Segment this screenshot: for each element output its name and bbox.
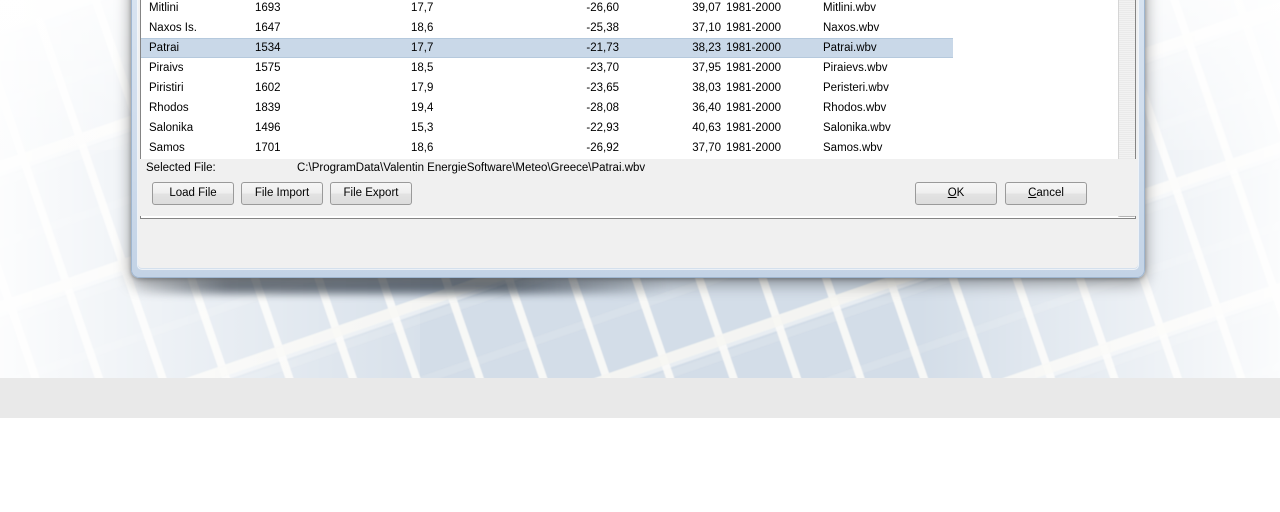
table-row[interactable]: Piraivs 1575 18,5 -23,70 37,95 1981-2000 Pirai… <box>141 58 1118 78</box>
background-white-band <box>0 418 1280 512</box>
cell-location: Rhodos <box>149 102 189 114</box>
cell-location: Piraivs <box>149 62 184 74</box>
cell-period: 1981-2000 <box>726 102 781 114</box>
cell-altitude: 1575 <box>255 62 281 74</box>
cell-longitude: -28,08 <box>586 102 619 114</box>
selected-file-path: C:\ProgramData\Valentin EnergieSoftware\… <box>297 162 646 174</box>
cell-longitude: -21,73 <box>586 42 619 54</box>
dialog-client-area: Limnos Is.171315,8-25,2339,921981-2000Li… <box>138 0 1138 268</box>
ok-button[interactable]: OK <box>915 182 997 205</box>
load-file-button[interactable]: Load File <box>152 182 234 205</box>
cell-longitude: -22,93 <box>586 122 619 134</box>
file-import-button[interactable]: File Import <box>241 182 323 205</box>
selected-file-label: Selected File: <box>146 162 216 174</box>
cell-latitude: 38,23 <box>692 42 721 54</box>
cell-latitude: 39,07 <box>692 2 721 14</box>
table-row[interactable]: Piristiri 1602 17,9 -23,65 38,03 1981-2000 Per… <box>141 78 1118 98</box>
cell-temperature: 15,3 <box>411 122 434 134</box>
cell-period: 1981-2000 <box>726 42 781 54</box>
table-row[interactable]: Naxos Is. 1647 18,6 -25,38 37,10 1981-2000 Nax… <box>141 18 1118 38</box>
cell-latitude: 40,63 <box>692 122 721 134</box>
cancel-label-rest: ancel <box>1036 187 1064 199</box>
cell-latitude: 38,03 <box>692 82 721 94</box>
cell-longitude: -23,70 <box>586 62 619 74</box>
file-export-button[interactable]: File Export <box>330 182 412 205</box>
cell-filename: Naxos.wbv <box>823 22 880 34</box>
cell-period: 1981-2000 <box>726 142 781 154</box>
dialog-button-bar: Load File File Import File Export OK Can… <box>140 178 1136 216</box>
cell-altitude: 1693 <box>255 2 281 14</box>
ok-accelerator: O <box>947 187 957 199</box>
cell-filename: Mitlini.wbv <box>823 2 877 14</box>
cell-location: Mitlini <box>149 2 179 14</box>
cell-altitude: 1496 <box>255 122 281 134</box>
cell-location: Salonika <box>149 122 194 134</box>
cell-period: 1981-2000 <box>726 2 781 14</box>
cell-temperature: 17,9 <box>411 82 434 94</box>
cell-temperature: 18,5 <box>411 62 434 74</box>
cell-location: Samos <box>149 142 185 154</box>
cell-location: Naxos Is. <box>149 22 197 34</box>
cell-period: 1981-2000 <box>726 62 781 74</box>
selected-file-bar: Selected File: C:\ProgramData\Valentin E… <box>140 159 1136 178</box>
cell-filename: Patrai.wbv <box>823 42 877 54</box>
cancel-button[interactable]: Cancel <box>1005 182 1087 205</box>
photo-dark-streak <box>130 278 670 294</box>
table-row[interactable]: Mitlini 1693 17,7 -26,60 39,07 1981-2000 Mitli… <box>141 0 1118 18</box>
cell-filename: Salonika.wbv <box>823 122 891 134</box>
cell-longitude: -26,92 <box>586 142 619 154</box>
cell-latitude: 37,95 <box>692 62 721 74</box>
cell-altitude: 1701 <box>255 142 281 154</box>
cell-longitude: -23,65 <box>586 82 619 94</box>
cell-latitude: 37,70 <box>692 142 721 154</box>
cell-period: 1981-2000 <box>726 122 781 134</box>
table-row[interactable]: Patrai 1534 17,7 -21,73 38,23 1981-2000 Patrai… <box>141 38 953 58</box>
cell-longitude: -26,60 <box>586 2 619 14</box>
table-row[interactable]: Rhodos 1839 19,4 -28,08 36,40 1981-2000 Rhodos… <box>141 98 1118 118</box>
cell-temperature: 17,7 <box>411 2 434 14</box>
cell-altitude: 1647 <box>255 22 281 34</box>
cell-filename: Peristeri.wbv <box>823 82 889 94</box>
cell-period: 1981-2000 <box>726 82 781 94</box>
cell-longitude: -25,38 <box>586 22 619 34</box>
meteo-file-dialog: Limnos Is.171315,8-25,2339,921981-2000Li… <box>131 0 1145 278</box>
cell-filename: Rhodos.wbv <box>823 102 887 114</box>
cell-latitude: 37,10 <box>692 22 721 34</box>
cell-latitude: 36,40 <box>692 102 721 114</box>
cell-altitude: 1839 <box>255 102 281 114</box>
cell-location: Piristiri <box>149 82 184 94</box>
cell-altitude: 1534 <box>255 42 281 54</box>
cell-temperature: 19,4 <box>411 102 434 114</box>
table-row[interactable]: Samos 1701 18,6 -26,92 37,70 1981-2000 Samos.w… <box>141 138 1118 158</box>
cell-altitude: 1602 <box>255 82 281 94</box>
table-row[interactable]: Salonika 1496 15,3 -22,93 40,63 1981-2000 Salo… <box>141 118 1118 138</box>
cell-period: 1981-2000 <box>726 22 781 34</box>
cell-filename: Samos.wbv <box>823 142 883 154</box>
list-rows-container: Limnos Is.171315,8-25,2339,921981-2000Li… <box>141 0 1118 158</box>
cell-temperature: 18,6 <box>411 142 434 154</box>
cell-location: Patrai <box>149 42 180 54</box>
ok-label-rest: K <box>956 187 965 199</box>
cell-temperature: 17,7 <box>411 42 434 54</box>
cell-filename: Piraievs.wbv <box>823 62 888 74</box>
cell-temperature: 18,6 <box>411 22 434 34</box>
